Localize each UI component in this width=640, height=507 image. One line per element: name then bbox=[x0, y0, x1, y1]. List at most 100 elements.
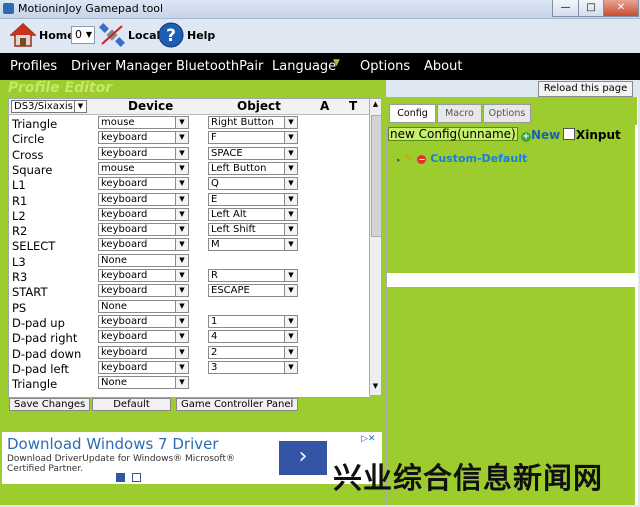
home-index-select[interactable]: 0 ▼ bbox=[71, 26, 95, 44]
tab-macro[interactable]: Macro bbox=[437, 104, 482, 123]
object-value: Left Alt bbox=[211, 208, 247, 220]
tree-expander-icon[interactable]: ▸ bbox=[397, 156, 401, 164]
object-value: SPACE bbox=[211, 147, 243, 159]
mapping-row: R2 keyboard ▼ Left Shift ▼ bbox=[9, 223, 370, 238]
mapping-row: R1 keyboard ▼ E ▼ bbox=[9, 192, 370, 208]
chevron-down-icon: ▼ bbox=[284, 361, 297, 373]
chevron-down-icon: ▼ bbox=[284, 224, 297, 236]
language-dropdown-icon[interactable]: ▼ bbox=[333, 58, 340, 68]
pager-dot[interactable] bbox=[132, 473, 141, 482]
menu-bluetooth-pair[interactable]: BluetoothPair bbox=[176, 59, 263, 74]
default-button[interactable]: Default bbox=[92, 398, 171, 411]
device-select[interactable]: keyboard ▼ bbox=[98, 238, 189, 252]
device-select[interactable]: None ▼ bbox=[98, 253, 189, 267]
device-select[interactable]: keyboard ▼ bbox=[98, 269, 189, 282]
menu-about[interactable]: About bbox=[424, 59, 462, 74]
object-select[interactable]: Q ▼ bbox=[208, 177, 298, 191]
chevron-down-icon: ▼ bbox=[74, 101, 86, 112]
toolbar: Home 0 ▼ Local ? Help bbox=[0, 19, 640, 52]
menu-profiles[interactable]: Profiles bbox=[10, 59, 57, 74]
device-select[interactable]: keyboard ▼ bbox=[98, 146, 189, 160]
minimize-button[interactable]: — bbox=[552, 0, 579, 17]
menu-driver-manager[interactable]: Driver Manager bbox=[71, 59, 172, 74]
maximize-button[interactable]: □ bbox=[578, 0, 604, 17]
object-value: R bbox=[211, 270, 218, 281]
device-select[interactable]: mouse ▼ bbox=[98, 116, 189, 129]
menu-options[interactable]: Options bbox=[360, 59, 410, 74]
device-select[interactable]: keyboard ▼ bbox=[98, 360, 189, 374]
object-select[interactable]: SPACE ▼ bbox=[208, 146, 298, 160]
local-label: Local bbox=[128, 28, 161, 42]
device-select[interactable]: keyboard ▼ bbox=[98, 131, 189, 145]
ad-choices-icon[interactable]: ▷✕ bbox=[361, 434, 375, 444]
device-value: mouse bbox=[101, 117, 135, 128]
button-name: SELECT bbox=[12, 239, 56, 254]
mapping-row: R3 keyboard ▼ R ▼ bbox=[9, 269, 370, 284]
device-select[interactable]: keyboard ▼ bbox=[98, 192, 189, 206]
object-select[interactable]: Left Alt ▼ bbox=[208, 207, 298, 221]
device-select[interactable]: keyboard ▼ bbox=[98, 314, 189, 328]
ad-arrow-button[interactable]: › bbox=[279, 441, 327, 475]
object-select[interactable]: Right Button ▼ bbox=[208, 116, 298, 129]
xinput-checkbox[interactable]: Xinput bbox=[563, 128, 621, 142]
device-select[interactable]: None ▼ bbox=[98, 299, 189, 313]
object-select[interactable]: E ▼ bbox=[208, 192, 298, 206]
device-value: None bbox=[101, 300, 128, 312]
object-select[interactable]: 4 ▼ bbox=[208, 330, 298, 344]
config-name-input[interactable]: new Config(unname) bbox=[388, 127, 518, 141]
object-select[interactable]: 3 ▼ bbox=[208, 360, 298, 374]
delete-icon[interactable]: − bbox=[417, 155, 427, 164]
device-select[interactable]: keyboard ▼ bbox=[98, 223, 189, 237]
grid-scrollbar[interactable]: ▲ ▼ bbox=[369, 98, 382, 396]
scroll-thumb[interactable] bbox=[371, 115, 382, 237]
object-select[interactable]: ESCAPE ▼ bbox=[208, 284, 298, 298]
device-select[interactable]: keyboard ▼ bbox=[98, 330, 189, 344]
scroll-up-icon[interactable]: ▲ bbox=[370, 100, 381, 112]
object-select[interactable]: 1 ▼ bbox=[208, 314, 298, 328]
xinput-label: Xinput bbox=[576, 128, 621, 142]
device-value: keyboard bbox=[101, 178, 148, 190]
button-name: Circle bbox=[12, 132, 45, 147]
tree-item-custom-default[interactable]: Custom-Default bbox=[430, 152, 527, 165]
device-select[interactable]: keyboard ▼ bbox=[98, 177, 189, 191]
device-select[interactable]: None ▼ bbox=[98, 376, 189, 390]
title-bar: MotioninJoy Gamepad tool — □ ✕ bbox=[0, 0, 640, 19]
tab-options[interactable]: Options bbox=[483, 104, 531, 123]
new-config-button[interactable]: +New bbox=[521, 128, 560, 142]
object-select[interactable]: R ▼ bbox=[208, 269, 298, 282]
scroll-down-icon[interactable]: ▼ bbox=[370, 382, 381, 394]
chevron-down-icon: ▼ bbox=[284, 178, 297, 190]
controller-type-select[interactable]: DS3/Sixaxis ▼ bbox=[11, 100, 87, 113]
device-value: None bbox=[101, 377, 128, 389]
menu-language[interactable]: Language bbox=[272, 59, 336, 74]
object-value: M bbox=[211, 239, 220, 251]
object-select[interactable]: Left Button ▼ bbox=[208, 161, 298, 175]
device-select[interactable]: mouse ▼ bbox=[98, 161, 189, 175]
reload-button[interactable]: Reload this page bbox=[538, 81, 633, 97]
pager-dot-active[interactable] bbox=[116, 473, 125, 482]
advertisement[interactable]: Download Windows 7 Driver Download Drive… bbox=[2, 432, 382, 484]
save-changes-button[interactable]: Save Changes bbox=[9, 398, 91, 411]
close-button[interactable]: ✕ bbox=[603, 0, 639, 17]
device-select[interactable]: keyboard ▼ bbox=[98, 284, 189, 298]
object-select[interactable]: Left Shift ▼ bbox=[208, 223, 298, 237]
app-window: MotioninJoy Gamepad tool — □ ✕ Home 0 ▼ … bbox=[0, 0, 640, 507]
help-button[interactable]: ? Help bbox=[158, 22, 215, 48]
window-title: MotioninJoy Gamepad tool bbox=[18, 2, 164, 15]
chevron-down-icon: ▼ bbox=[175, 178, 188, 190]
object-select[interactable]: F ▼ bbox=[208, 131, 298, 145]
mapping-row: D-pad down keyboard ▼ 2 ▼ bbox=[9, 345, 370, 361]
device-select[interactable]: keyboard ▼ bbox=[98, 345, 189, 359]
object-select[interactable]: 2 ▼ bbox=[208, 345, 298, 359]
device-select[interactable]: keyboard ▼ bbox=[98, 207, 189, 221]
device-value: keyboard bbox=[101, 224, 148, 236]
mapping-row: L3 None ▼ bbox=[9, 253, 370, 269]
ad-headline[interactable]: Download Windows 7 Driver bbox=[7, 435, 219, 453]
button-name: R3 bbox=[12, 270, 28, 284]
pencil-icon[interactable]: ✎ bbox=[404, 152, 413, 165]
tab-config[interactable]: Config bbox=[389, 104, 436, 123]
game-controller-panel-button[interactable]: Game Controller Panel bbox=[176, 398, 299, 411]
home-button[interactable]: Home bbox=[10, 23, 75, 47]
local-button[interactable]: Local bbox=[99, 23, 160, 47]
object-select[interactable]: M ▼ bbox=[208, 238, 298, 252]
